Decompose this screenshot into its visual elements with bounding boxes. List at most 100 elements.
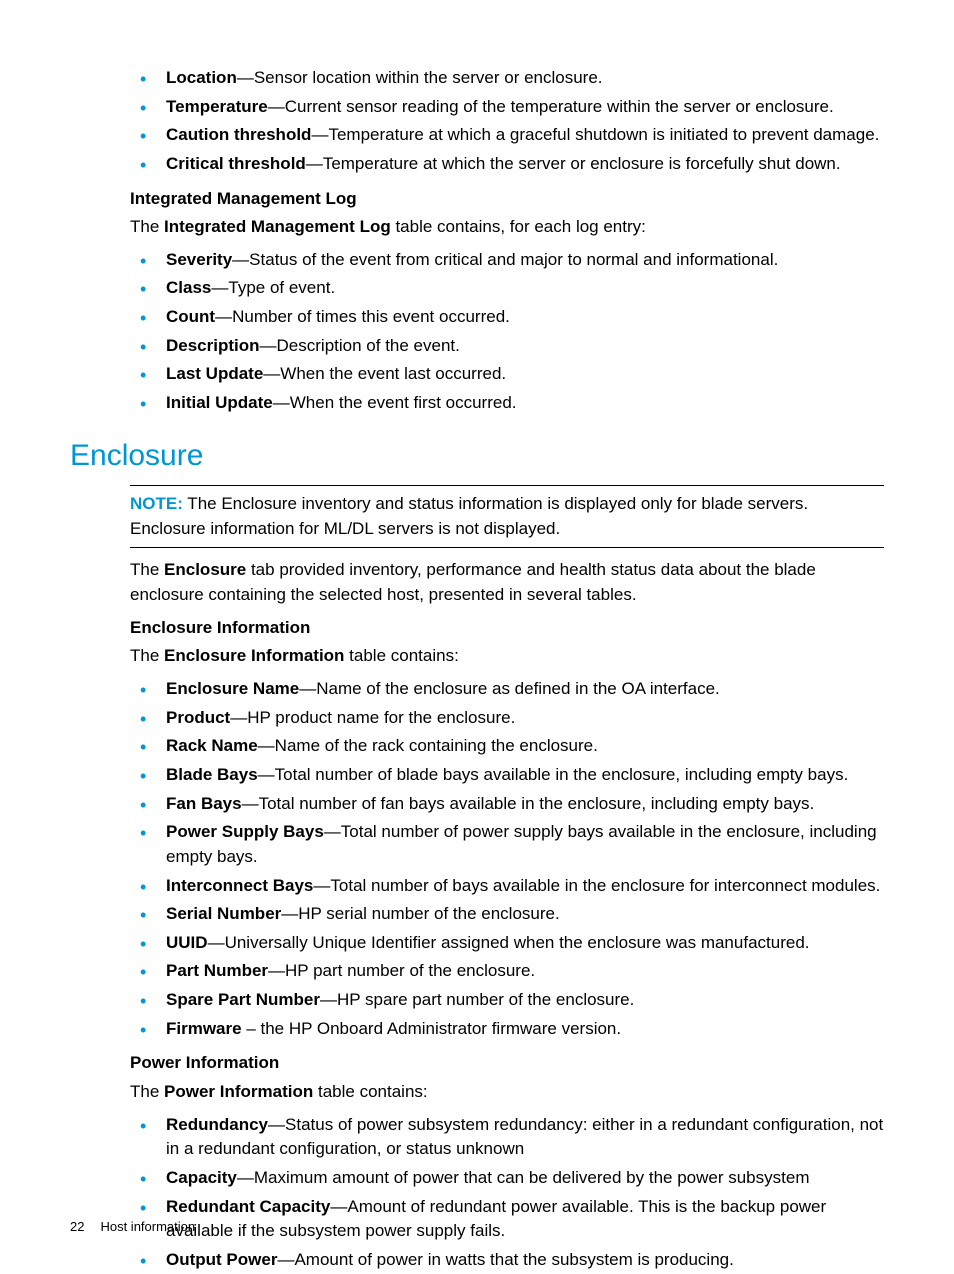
desc: —Maximum amount of power that can be del… <box>237 1168 810 1187</box>
list-item: Description—Description of the event. <box>130 334 884 359</box>
footer-title: Host information <box>100 1219 195 1234</box>
term: Enclosure Name <box>166 679 299 698</box>
sensor-list: Location—Sensor location within the serv… <box>130 66 884 177</box>
desc: —Temperature at which the server or encl… <box>306 154 841 173</box>
text: The <box>130 217 164 236</box>
text: table contains: <box>313 1082 427 1101</box>
list-item: Initial Update—When the event first occu… <box>130 391 884 416</box>
list-item: Temperature—Current sensor reading of th… <box>130 95 884 120</box>
list-item: Output Power—Amount of power in watts th… <box>130 1248 884 1273</box>
desc: —When the event last occurred. <box>263 364 506 383</box>
term: Redundant Capacity <box>166 1197 330 1216</box>
term: Fan Bays <box>166 794 242 813</box>
desc: —Total number of fan bays available in t… <box>242 794 815 813</box>
enclosure-intro: The Enclosure tab provided inventory, pe… <box>130 558 884 607</box>
term: Spare Part Number <box>166 990 320 1009</box>
desc: —Status of power subsystem redundancy: e… <box>166 1115 883 1159</box>
term: Product <box>166 708 230 727</box>
desc: —Status of the event from critical and m… <box>232 250 778 269</box>
iml-intro: The Integrated Management Log table cont… <box>130 215 884 240</box>
text: table contains, for each log entry: <box>391 217 646 236</box>
desc: —Amount of power in watts that the subsy… <box>277 1250 733 1269</box>
list-item: Spare Part Number—HP spare part number o… <box>130 988 884 1013</box>
note-text: The Enclosure inventory and status infor… <box>130 494 808 538</box>
term: Initial Update <box>166 393 273 412</box>
list-item: Rack Name—Name of the rack containing th… <box>130 734 884 759</box>
iml-list: Severity—Status of the event from critic… <box>130 248 884 416</box>
enclosure-info-heading: Enclosure Information <box>130 616 884 641</box>
iml-heading: Integrated Management Log <box>130 187 884 212</box>
list-item: Redundant Capacity—Amount of redundant p… <box>130 1195 884 1244</box>
list-item: UUID—Universally Unique Identifier assig… <box>130 931 884 956</box>
desc: —HP part number of the enclosure. <box>268 961 535 980</box>
text-bold: Power Information <box>164 1082 313 1101</box>
desc: —Name of the rack containing the enclosu… <box>258 736 598 755</box>
power-heading: Power Information <box>130 1051 884 1076</box>
desc: —Description of the event. <box>260 336 460 355</box>
desc: —Name of the enclosure as defined in the… <box>299 679 720 698</box>
text-bold: Enclosure Information <box>164 646 344 665</box>
term: Location <box>166 68 237 87</box>
list-item: Redundancy—Status of power subsystem red… <box>130 1113 884 1162</box>
term: Severity <box>166 250 232 269</box>
term: Serial Number <box>166 904 281 923</box>
desc: —Total number of bays available in the e… <box>313 876 880 895</box>
text: The <box>130 560 164 579</box>
list-item: Firmware – the HP Onboard Administrator … <box>130 1017 884 1042</box>
list-item: Capacity—Maximum amount of power that ca… <box>130 1166 884 1191</box>
text: table contains: <box>344 646 458 665</box>
list-item: Interconnect Bays—Total number of bays a… <box>130 874 884 899</box>
term: Description <box>166 336 260 355</box>
power-list: Redundancy—Status of power subsystem red… <box>130 1113 884 1273</box>
list-item: Class—Type of event. <box>130 276 884 301</box>
term: Power Supply Bays <box>166 822 324 841</box>
desc: —Total number of blade bays available in… <box>258 765 849 784</box>
list-item: Critical threshold—Temperature at which … <box>130 152 884 177</box>
list-item: Location—Sensor location within the serv… <box>130 66 884 91</box>
list-item: Enclosure Name—Name of the enclosure as … <box>130 677 884 702</box>
term: Caution threshold <box>166 125 311 144</box>
desc: —Number of times this event occurred. <box>215 307 510 326</box>
term: Part Number <box>166 961 268 980</box>
term: Capacity <box>166 1168 237 1187</box>
text: The <box>130 1082 164 1101</box>
text-bold: Integrated Management Log <box>164 217 391 236</box>
term: Blade Bays <box>166 765 258 784</box>
desc: —Temperature at which a graceful shutdow… <box>311 125 879 144</box>
enclosure-title: Enclosure <box>70 434 884 478</box>
enclosure-info-intro: The Enclosure Information table contains… <box>130 644 884 669</box>
term: Firmware <box>166 1019 242 1038</box>
note-box: NOTE: The Enclosure inventory and status… <box>130 485 884 548</box>
term: Rack Name <box>166 736 258 755</box>
list-item: Power Supply Bays—Total number of power … <box>130 820 884 869</box>
term: Class <box>166 278 211 297</box>
list-item: Caution threshold—Temperature at which a… <box>130 123 884 148</box>
page-footer: 22 Host information <box>70 1218 195 1237</box>
list-item: Blade Bays—Total number of blade bays av… <box>130 763 884 788</box>
list-item: Last Update—When the event last occurred… <box>130 362 884 387</box>
enclosure-info-list: Enclosure Name—Name of the enclosure as … <box>130 677 884 1041</box>
term: Temperature <box>166 97 268 116</box>
note-label: NOTE: <box>130 494 183 513</box>
text: The <box>130 646 164 665</box>
term: Last Update <box>166 364 263 383</box>
page-number: 22 <box>70 1219 84 1234</box>
list-item: Severity—Status of the event from critic… <box>130 248 884 273</box>
desc: —Universally Unique Identifier assigned … <box>208 933 810 952</box>
desc: —HP product name for the enclosure. <box>230 708 515 727</box>
list-item: Serial Number—HP serial number of the en… <box>130 902 884 927</box>
power-intro: The Power Information table contains: <box>130 1080 884 1105</box>
list-item: Count—Number of times this event occurre… <box>130 305 884 330</box>
term: Critical threshold <box>166 154 306 173</box>
term: Count <box>166 307 215 326</box>
desc: —When the event first occurred. <box>273 393 517 412</box>
desc: —Type of event. <box>211 278 335 297</box>
desc: —HP serial number of the enclosure. <box>281 904 559 923</box>
desc: – the HP Onboard Administrator firmware … <box>242 1019 622 1038</box>
text-bold: Enclosure <box>164 560 246 579</box>
term: Redundancy <box>166 1115 268 1134</box>
desc: —Current sensor reading of the temperatu… <box>268 97 834 116</box>
term: UUID <box>166 933 208 952</box>
list-item: Product—HP product name for the enclosur… <box>130 706 884 731</box>
term: Output Power <box>166 1250 277 1269</box>
